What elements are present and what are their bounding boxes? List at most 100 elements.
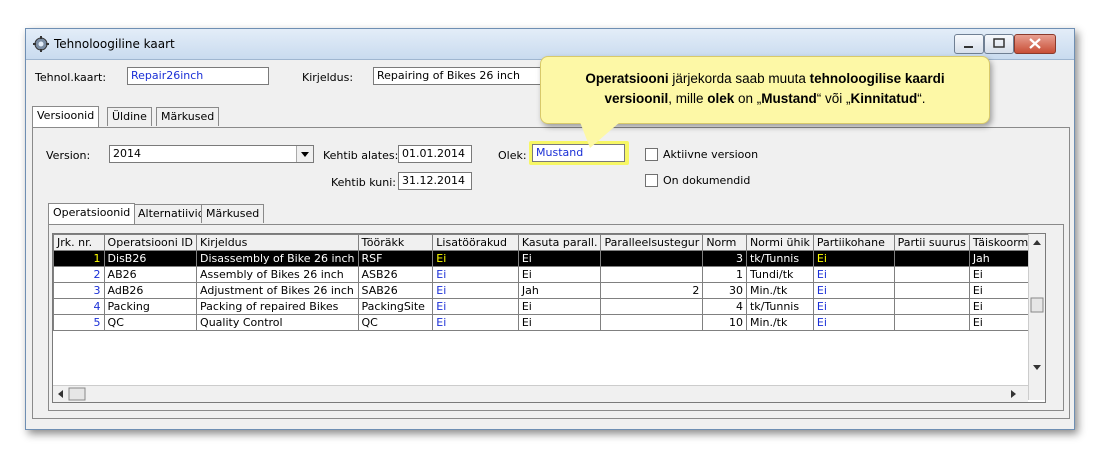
- close-button[interactable]: [1014, 34, 1056, 54]
- table-cell[interactable]: 3: [53, 282, 105, 299]
- table-cell[interactable]: Ei: [432, 298, 519, 315]
- tab-notes[interactable]: Märkused: [156, 107, 220, 126]
- column-header[interactable]: Operatsiooni ID: [103, 234, 198, 251]
- table-cell[interactable]: 5: [53, 314, 105, 331]
- table-cell[interactable]: [893, 266, 970, 283]
- table-cell[interactable]: Min./tk: [745, 314, 814, 331]
- table-cell[interactable]: [600, 266, 704, 283]
- table-cell[interactable]: DisB26: [103, 250, 198, 267]
- table-cell[interactable]: Ei: [432, 250, 519, 267]
- vertical-scrollbar[interactable]: [1028, 234, 1045, 400]
- description-label: Kirjeldus:: [302, 71, 354, 84]
- table-cell[interactable]: [600, 250, 704, 267]
- table-cell[interactable]: Ei: [517, 298, 602, 315]
- tab-general[interactable]: Üldine: [107, 107, 152, 126]
- table-cell[interactable]: SAB26: [357, 282, 434, 299]
- tab-versions[interactable]: Versioonid: [32, 106, 100, 127]
- table-cell[interactable]: Packing of repaired Bikes: [196, 298, 359, 315]
- app-gear-icon: [33, 36, 49, 52]
- table-cell[interactable]: Ei: [517, 250, 602, 267]
- column-header[interactable]: Norm: [702, 234, 747, 251]
- table-cell[interactable]: Packing: [103, 298, 198, 315]
- table-cell[interactable]: Ei: [432, 314, 519, 331]
- callout-text-bold: Operatsiooni: [585, 71, 669, 86]
- maximize-button[interactable]: [984, 34, 1014, 54]
- table-cell[interactable]: Ei: [812, 250, 895, 267]
- table-cell[interactable]: [893, 314, 970, 331]
- tab-operations[interactable]: Operatsioonid: [48, 203, 136, 224]
- column-header[interactable]: Partii suurus: [893, 234, 970, 251]
- table-cell[interactable]: [600, 314, 704, 331]
- hscroll-arrows-icon: [58, 387, 1016, 401]
- column-header[interactable]: Partiikohane: [812, 234, 895, 251]
- table-cell[interactable]: Ei: [432, 266, 519, 283]
- tab-alternatives[interactable]: Alternatiivid: [133, 204, 210, 223]
- table-cell[interactable]: 2: [53, 266, 105, 283]
- column-header[interactable]: Kasuta parall.: [517, 234, 602, 251]
- table-cell[interactable]: 3: [702, 250, 747, 267]
- card-code-field[interactable]: Repair26inch: [127, 67, 269, 85]
- version-combo[interactable]: 2014: [109, 145, 314, 163]
- column-header[interactable]: Lisatöörakud: [432, 234, 519, 251]
- table-cell[interactable]: [893, 298, 970, 315]
- table-row[interactable]: 3 AdB26 Adjustment of Bikes 26 inch SAB2…: [53, 282, 1046, 299]
- table-cell[interactable]: 4: [702, 298, 747, 315]
- minimize-button[interactable]: [954, 34, 984, 54]
- horizontal-scrollbar[interactable]: [53, 385, 1028, 402]
- table-cell[interactable]: Jah: [517, 282, 602, 299]
- status-label: Olek:: [498, 149, 527, 162]
- table-cell[interactable]: AB26: [103, 266, 198, 283]
- table-cell[interactable]: Ei: [812, 314, 895, 331]
- valid-from-field[interactable]: 01.01.2014: [398, 145, 472, 163]
- table-cell[interactable]: Min./tk: [745, 282, 814, 299]
- table-cell[interactable]: Ei: [812, 298, 895, 315]
- table-cell[interactable]: Assembly of Bikes 26 inch: [196, 266, 359, 283]
- table-cell[interactable]: PackingSite: [357, 298, 434, 315]
- table-cell[interactable]: tk/Tunnis: [745, 250, 814, 267]
- table-cell[interactable]: Ei: [517, 266, 602, 283]
- has-documents-checkbox[interactable]: [645, 174, 658, 187]
- chevron-down-icon[interactable]: [296, 146, 313, 162]
- active-version-checkbox[interactable]: [645, 148, 658, 161]
- table-cell[interactable]: 2: [600, 282, 704, 299]
- tab-inner-notes[interactable]: Märkused: [201, 204, 265, 223]
- table-cell[interactable]: Ei: [812, 282, 895, 299]
- table-cell[interactable]: Disassembly of Bike 26 inch: [196, 250, 359, 267]
- table-cell[interactable]: [893, 250, 970, 267]
- column-header[interactable]: Jrk. nr.: [53, 234, 105, 251]
- column-header[interactable]: Paralleelsustegur: [600, 234, 704, 251]
- description-field[interactable]: Repairing of Bikes 26 inch: [373, 67, 543, 85]
- table-cell[interactable]: Quality Control: [196, 314, 359, 331]
- column-header[interactable]: Kirjeldus: [196, 234, 359, 251]
- table-row[interactable]: 2 AB26 Assembly of Bikes 26 inch ASB26 E…: [53, 266, 1046, 283]
- callout-text-bold: olek: [707, 91, 735, 106]
- table-cell[interactable]: 4: [53, 298, 105, 315]
- column-header[interactable]: Normi ühik: [745, 234, 814, 251]
- table-cell[interactable]: [600, 298, 704, 315]
- table-cell[interactable]: 30: [702, 282, 747, 299]
- table-cell[interactable]: QC: [103, 314, 198, 331]
- table-cell[interactable]: 10: [702, 314, 747, 331]
- table-row[interactable]: 5 QC Quality Control QC Ei Ei 10 Min./tk…: [53, 314, 1046, 331]
- table-cell[interactable]: Ei: [812, 266, 895, 283]
- operations-grid: Jrk. nr. Operatsiooni ID Kirjeldus Töörä…: [52, 233, 1046, 403]
- table-cell[interactable]: [893, 282, 970, 299]
- version-label: Version:: [46, 149, 91, 162]
- valid-to-field[interactable]: 31.12.2014: [398, 172, 472, 190]
- table-cell[interactable]: Adjustment of Bikes 26 inch: [196, 282, 359, 299]
- table-cell[interactable]: QC: [357, 314, 434, 331]
- table-cell[interactable]: tk/Tunnis: [745, 298, 814, 315]
- table-cell[interactable]: 1: [53, 250, 105, 267]
- table-row[interactable]: 4 Packing Packing of repaired Bikes Pack…: [53, 298, 1046, 315]
- table-cell[interactable]: Ei: [432, 282, 519, 299]
- table-row[interactable]: 1 DisB26 Disassembly of Bike 26 inch RSF…: [53, 250, 1046, 267]
- table-cell[interactable]: RSF: [357, 250, 434, 267]
- table-cell[interactable]: Tundi/tk: [745, 266, 814, 283]
- table-cell[interactable]: Ei: [517, 314, 602, 331]
- table-cell[interactable]: 1: [702, 266, 747, 283]
- table-cell[interactable]: ASB26: [357, 266, 434, 283]
- table-cell[interactable]: AdB26: [103, 282, 198, 299]
- column-header[interactable]: Tööräkk: [357, 234, 434, 251]
- valid-to-label: Kehtib kuni:: [331, 176, 396, 189]
- callout-text: järjekorda saab muuta: [668, 71, 810, 86]
